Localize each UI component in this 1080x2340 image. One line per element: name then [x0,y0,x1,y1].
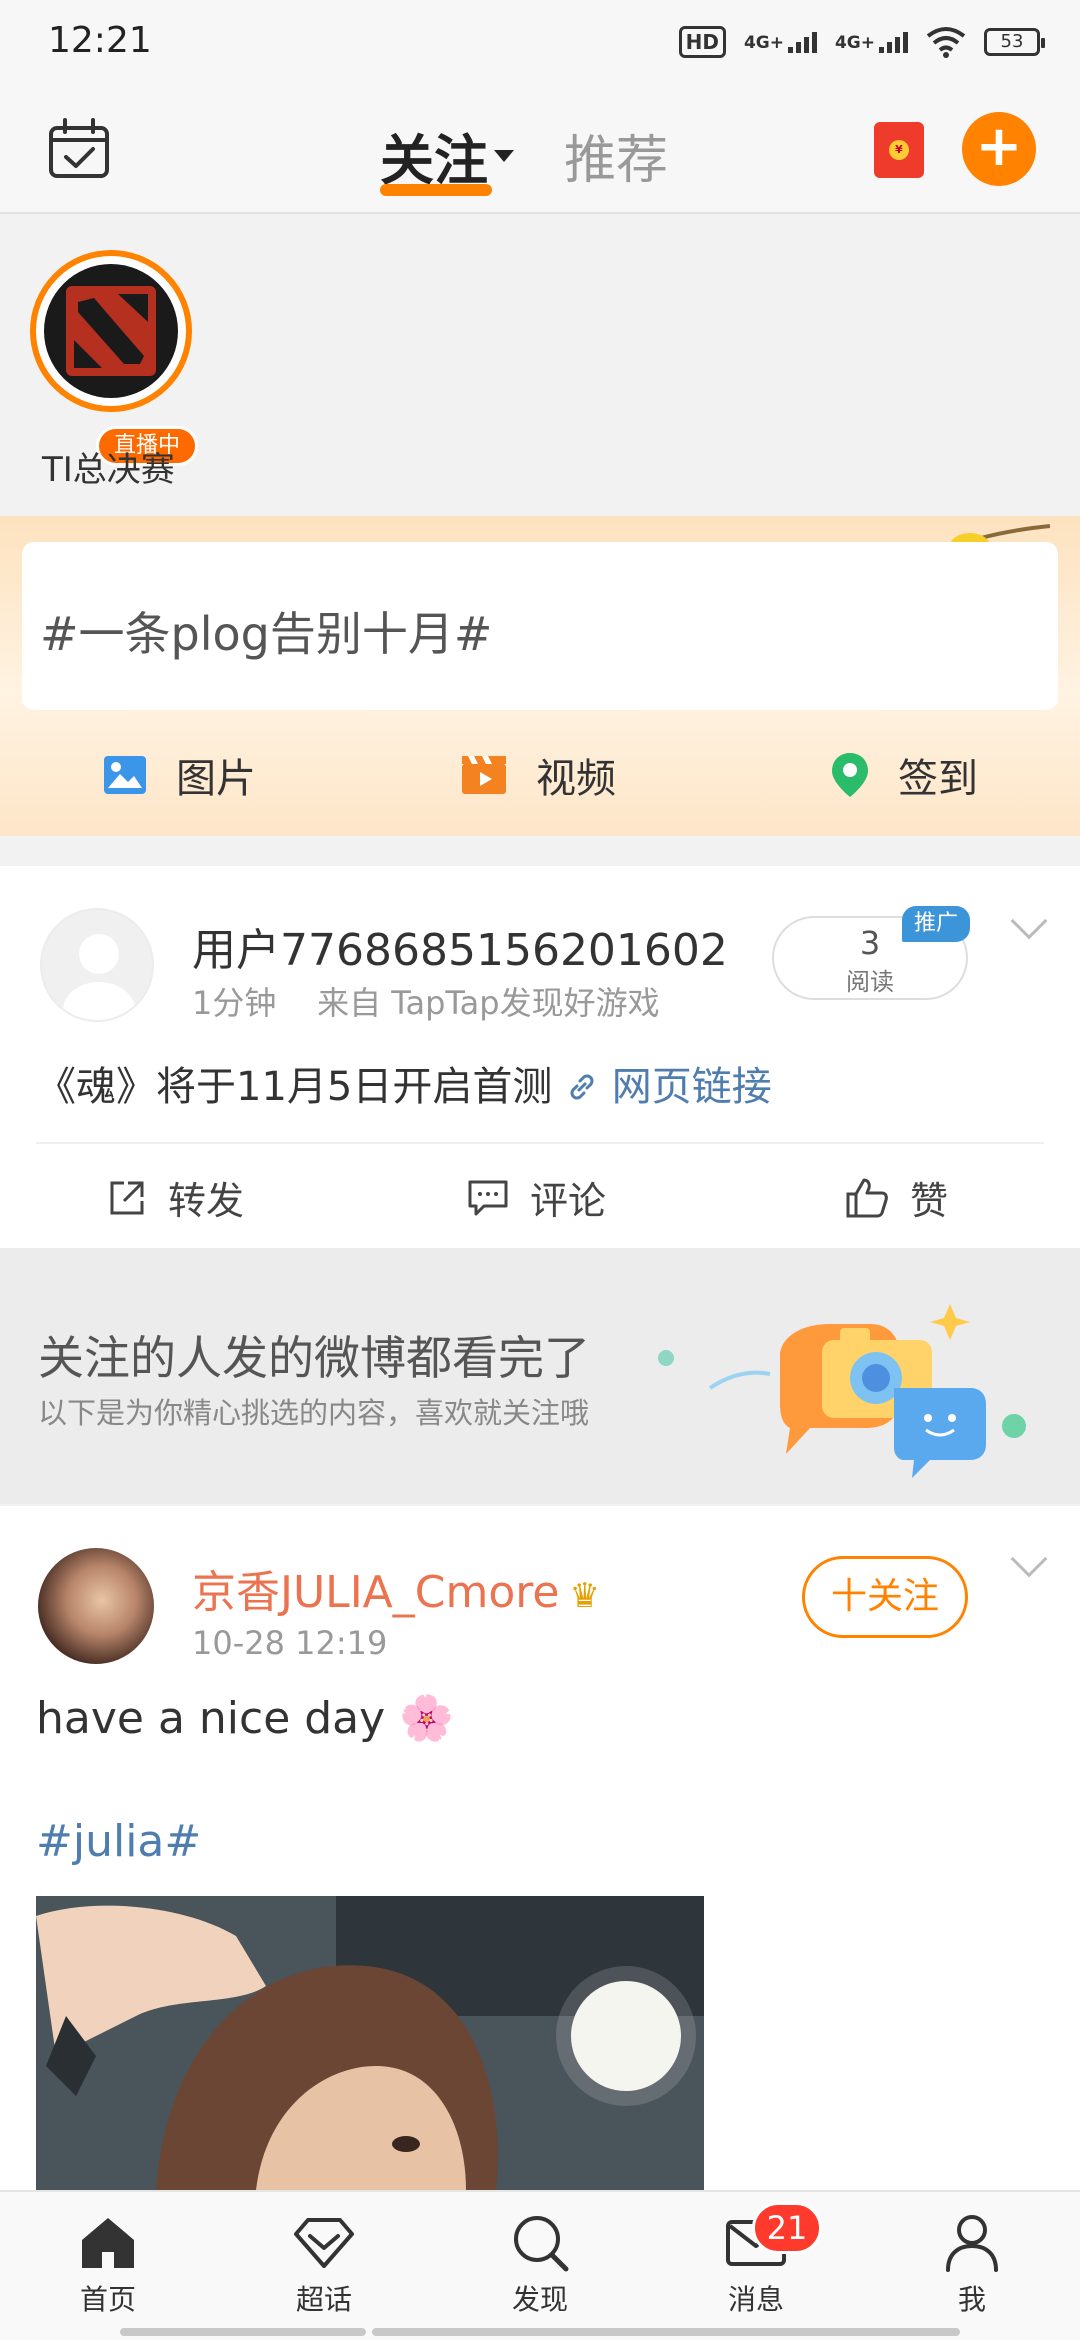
topic-input-box[interactable]: #一条plog告别十月# [22,542,1058,710]
search-icon [514,2216,569,2272]
home-icon [82,2218,134,2268]
post-text: 《魂》将于11月5日开启首测 网页链接 [36,1054,772,1112]
check-in-button[interactable]: 签到 [830,746,978,804]
link-icon [570,1074,594,1100]
post-video-button[interactable]: 视频 [460,746,616,804]
hd-icon: HD [678,26,726,58]
vip-crown-icon: ♛ [569,1576,600,1616]
live-name[interactable]: TI总决赛 [42,442,175,491]
post-photo[interactable] [36,1896,704,2190]
post-meta: 1分钟 来自 TapTap发现好游戏 [192,978,660,1024]
post-action-row: 转发 评论 赞 [36,1142,1044,1248]
network-type-2: 4G+ [834,33,875,53]
tab-messages[interactable]: 21 消息 [686,2202,826,2318]
post-video-label: 视频 [536,756,616,802]
feed-post: 用户7768685156201602 1分钟 来自 TapTap发现好游戏 3 … [0,866,1080,1248]
feed-end-subtitle: 以下是为你精心挑选的内容，喜欢就关注哦 [38,1396,590,1430]
repost-label: 转发 [168,1179,245,1223]
feed-post: 京香JULIA_Cmore ♛ 10-28 12:19 十关注 have a ni… [0,1506,1080,2190]
battery-icon: 53 [984,28,1045,56]
post-body: have a nice day 🌸 [36,1693,454,1744]
tab-me[interactable]: 我 [902,2210,1042,2318]
chevron-down-icon[interactable] [1010,902,1048,940]
banner-actions: 图片 视频 签到 [0,746,1080,816]
network-type-1: 4G+ [743,33,784,53]
dota-logo-icon [44,264,178,398]
tab-discover-label: 发现 [511,2283,568,2316]
post-username-text: 京香JULIA_Cmore [192,1567,560,1618]
avatar[interactable] [40,908,154,1022]
promo-badge: 推广 [902,906,970,942]
repost-icon [110,1181,144,1214]
post-time: 1分钟 [192,984,277,1022]
chevron-down-icon[interactable] [1010,1540,1048,1578]
comment-label: 评论 [530,1179,607,1223]
live-strip: 直播中 TI总决赛 [0,216,1080,516]
web-link-label: 网页链接 [611,1064,772,1110]
check-in-label: 签到 [898,756,978,802]
tab-super-topic-label: 超话 [295,2283,352,2316]
signal-icon-2: 4G+ [835,31,908,53]
compose-button[interactable]: + [962,112,1036,186]
wifi-icon [926,27,966,58]
hashtag-link[interactable]: #julia# [36,1816,201,1867]
tab-recommend[interactable]: 推荐 [564,118,668,193]
top-nav: 关注 推荐 ¥ + [0,84,1080,214]
bottom-tab-bar: 首页 超话 发现 21 消息 我 [0,2190,1080,2340]
gesture-bar [372,2328,960,2336]
caret-down-icon [494,150,514,163]
follow-button[interactable]: 十关注 [802,1556,968,1638]
active-tab-indicator [380,184,492,196]
location-pin-icon [832,753,868,797]
avatar[interactable] [38,1548,154,1664]
signal-icon-1: 4G+ [744,31,817,53]
tab-me-label: 我 [957,2283,986,2316]
like-button[interactable]: 赞 [844,1170,948,1225]
read-label: 阅读 [846,968,894,996]
red-packet-icon[interactable]: ¥ [874,122,924,178]
like-label: 赞 [910,1179,949,1223]
tab-home-label: 首页 [79,2283,136,2316]
status-bar: 12:21 HD 4G+ 4G+ 53 [0,0,1080,84]
tab-discover[interactable]: 发现 [470,2210,610,2318]
post-username[interactable]: 用户7768685156201602 [192,914,728,978]
post-username[interactable]: 京香JULIA_Cmore ♛ [192,1556,600,1620]
tab-follow-label: 关注 [380,129,488,192]
thumbs-up-icon [846,1178,888,1217]
tab-super-topic[interactable]: 超话 [254,2210,394,2318]
live-avatar[interactable]: 直播中 [30,250,198,466]
repost-button[interactable]: 转发 [106,1170,244,1225]
tab-messages-label: 消息 [727,2283,784,2316]
diamond-icon [294,2218,354,2268]
gesture-bar [120,2328,366,2336]
web-link[interactable]: 网页链接 [565,1064,772,1110]
comment-icon [468,1180,508,1215]
comment-button[interactable]: 评论 [466,1170,606,1225]
post-image-label: 图片 [176,756,256,802]
tab-home[interactable]: 首页 [38,2210,178,2318]
post-body: 《魂》将于11月5日开启首测 [36,1064,553,1110]
calendar-check-icon[interactable] [46,116,112,182]
feed-end-banner: 关注的人发的微博都看完了 以下是为你精心挑选的内容，喜欢就关注哦 [0,1248,1080,1504]
status-icons: HD 4G+ 4G+ 53 [678,22,1045,62]
post-source[interactable]: 来自 TapTap发现好游戏 [317,984,660,1022]
topic-text: #一条plog告别十月# [40,607,493,661]
topic-banner: #一条plog告别十月# 图片 视频 签到 [0,516,1080,836]
post-image-button[interactable]: 图片 [102,746,256,804]
post-time: 10-28 12:19 [192,1624,388,1662]
feed-end-title: 关注的人发的微博都看完了 [38,1331,590,1385]
camera-chat-illustration [658,1304,1026,1478]
message-count-badge: 21 [752,2202,822,2254]
status-time: 12:21 [48,20,152,61]
image-icon [104,756,146,794]
profile-icon [946,2215,998,2272]
video-icon [462,756,506,794]
